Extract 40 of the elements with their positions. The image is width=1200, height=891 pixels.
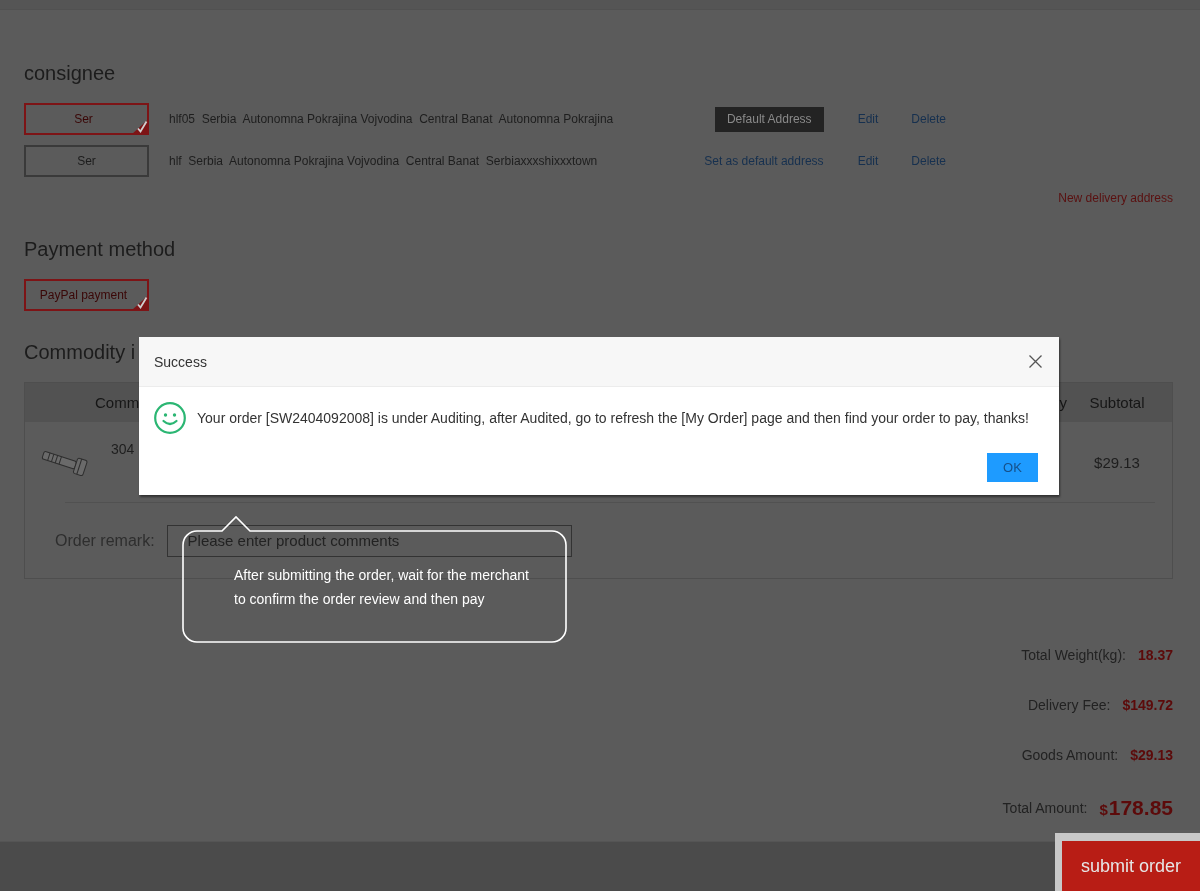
submit-order-button[interactable]: submit order bbox=[1055, 833, 1200, 891]
smile-icon bbox=[154, 402, 186, 434]
set-default-link[interactable]: Set as default address bbox=[704, 154, 824, 168]
column-header: Comm bbox=[94, 394, 140, 411]
close-button[interactable] bbox=[1029, 355, 1042, 368]
summary-label: Delivery Fee: bbox=[1027, 697, 1111, 713]
edit-link[interactable]: Edit bbox=[857, 112, 879, 126]
callout-text: After submitting the order, wait for the merchant to confirm the order review and then pay bbox=[234, 566, 530, 609]
default-address-badge: Default Address bbox=[714, 106, 824, 132]
delete-link[interactable]: Delete bbox=[911, 112, 946, 126]
section-heading: Commodity i bbox=[24, 340, 136, 364]
edit-link[interactable]: Edit bbox=[857, 154, 879, 168]
address-text: hlf05 Serbia Autonomna Pokrajina Vojvodina Central Banat Autonomna Pokrajina bbox=[169, 112, 615, 126]
delete-link[interactable]: Delete bbox=[911, 154, 946, 168]
subtotal-cell: $29.13 bbox=[1094, 453, 1140, 471]
summary-label: Goods Amount: bbox=[1021, 747, 1119, 763]
ok-button[interactable]: OK bbox=[987, 453, 1038, 482]
section-heading: Payment method bbox=[24, 237, 176, 261]
address-option[interactable]: Ser bbox=[24, 103, 149, 135]
check-corner-icon bbox=[131, 295, 148, 310]
remark-field[interactable]: Please enter product comments bbox=[166, 524, 572, 557]
summary-label: Total Weight(kg): bbox=[1021, 647, 1126, 663]
product-name: 304 bbox=[111, 441, 135, 457]
column-header: y bbox=[1059, 394, 1067, 411]
summary-value: $149.72 bbox=[1122, 697, 1173, 713]
payment-option[interactable]: PayPal payment bbox=[24, 279, 149, 311]
check-corner-icon bbox=[131, 119, 148, 134]
summary-label: Total Amount: bbox=[1002, 800, 1088, 816]
column-header: Subtotal bbox=[1089, 394, 1145, 411]
total-amount: $178.85 bbox=[1099, 796, 1173, 820]
summary-value: 18.37 bbox=[1137, 647, 1173, 663]
summary-value: $29.13 bbox=[1130, 747, 1173, 763]
new-address-link[interactable]: New delivery address bbox=[1058, 191, 1173, 205]
address-text: hlf Serbia Autonomna Pokrajina Vojvodina Central Banat Serbiaxxxshixxxtown bbox=[169, 154, 599, 168]
address-option[interactable]: Ser bbox=[24, 145, 149, 177]
section-heading: consignee bbox=[24, 61, 116, 85]
dialog-message: Your order [SW2404092008] is under Auditing, after Audited, go to refresh the [My Order] page and then find your order to pay, thanks! bbox=[197, 409, 1029, 428]
close-icon bbox=[1029, 355, 1042, 368]
bolt-icon bbox=[40, 448, 90, 476]
dialog-title: Success bbox=[154, 353, 207, 370]
